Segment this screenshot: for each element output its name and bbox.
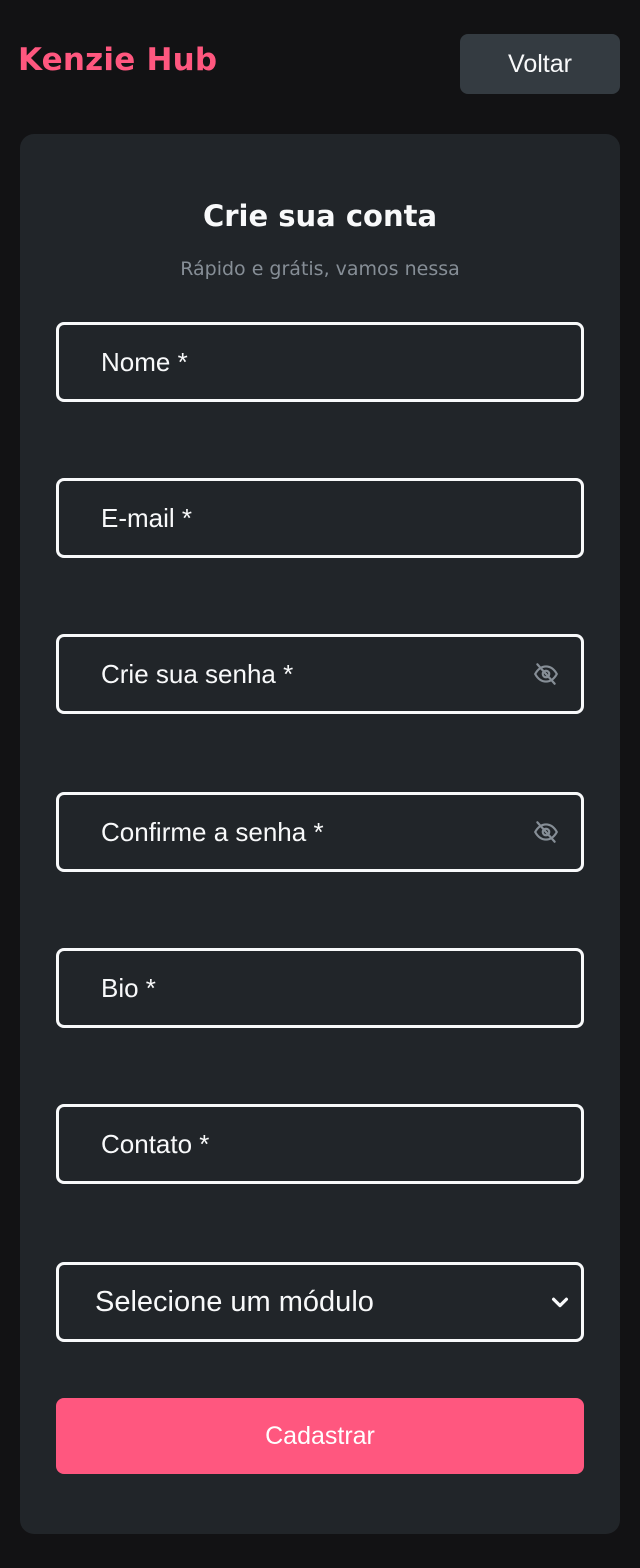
password-field-wrapper xyxy=(56,634,584,714)
app-header: Kenzie Hub Voltar xyxy=(0,0,640,134)
chevron-down-icon xyxy=(551,1297,569,1308)
register-button[interactable]: Cadastrar xyxy=(56,1398,584,1474)
email-field-wrapper xyxy=(56,478,584,558)
logo: Kenzie Hub xyxy=(18,42,218,78)
bio-field-wrapper xyxy=(56,948,584,1028)
contact-input[interactable] xyxy=(59,1107,581,1181)
bio-input[interactable] xyxy=(59,951,581,1025)
email-input[interactable] xyxy=(59,481,581,555)
eye-off-icon[interactable] xyxy=(533,819,559,845)
page-subtitle: Rápido e grátis, vamos nessa xyxy=(180,258,460,280)
confirm-password-field-wrapper xyxy=(56,792,584,872)
module-select[interactable]: Selecione um módulo xyxy=(56,1262,584,1342)
page-title: Crie sua conta xyxy=(202,199,438,233)
name-input[interactable] xyxy=(59,325,581,399)
eye-off-icon[interactable] xyxy=(533,661,559,687)
back-button[interactable]: Voltar xyxy=(460,34,620,94)
contact-field-wrapper xyxy=(56,1104,584,1184)
name-field-wrapper xyxy=(56,322,584,402)
module-select-value: Selecione um módulo xyxy=(95,1286,374,1318)
password-input[interactable] xyxy=(59,637,581,711)
confirm-password-input[interactable] xyxy=(59,795,581,869)
